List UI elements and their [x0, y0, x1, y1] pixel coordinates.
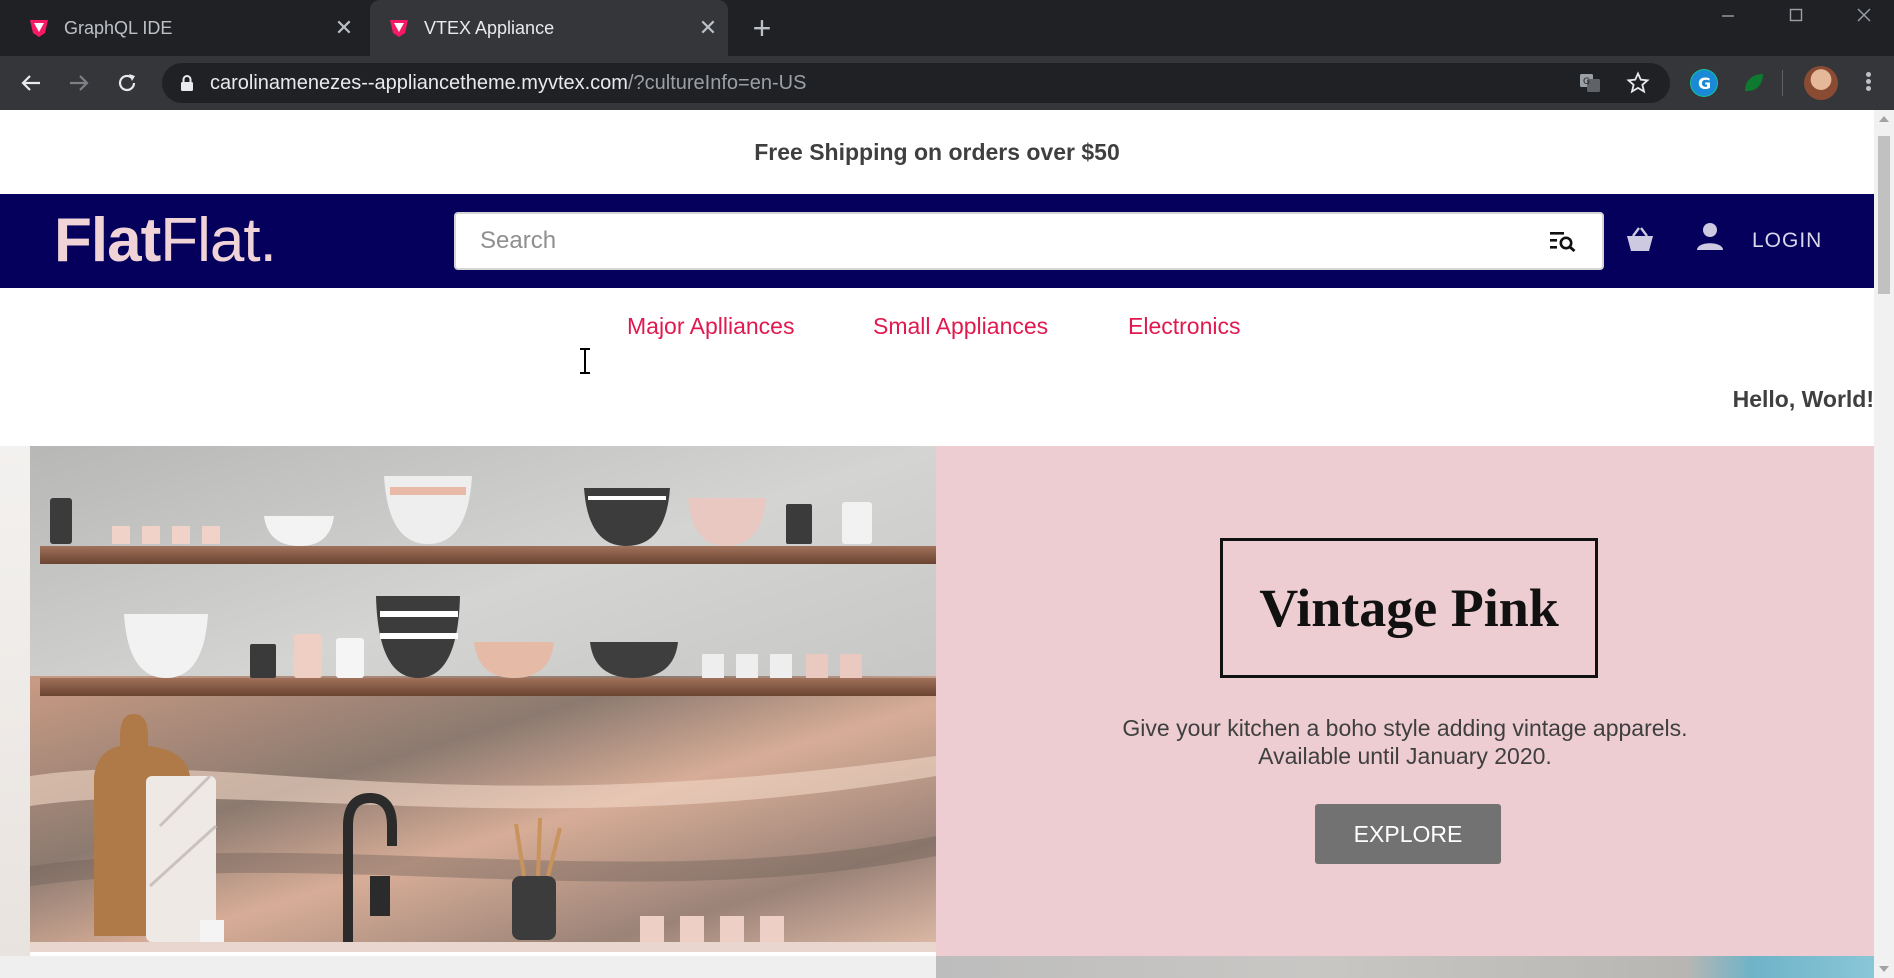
address-bar[interactable]: carolinamenezes--appliancetheme.myvtex.c…	[162, 63, 1670, 103]
kitchen-shelves-image	[30, 446, 936, 952]
grammarly-extension-icon[interactable]: G	[1690, 69, 1718, 97]
scrollbar-thumb[interactable]	[1878, 136, 1890, 294]
url-text: carolinamenezes--appliancetheme.myvtex.c…	[210, 72, 807, 94]
vtex-favicon-icon	[390, 20, 408, 37]
menu-item-major-appliances[interactable]: Major Aplliances	[627, 288, 794, 364]
bookmark-star-icon[interactable]	[1626, 71, 1650, 95]
shopping-basket-icon[interactable]	[1626, 226, 1654, 252]
forward-arrow-icon[interactable]	[62, 66, 96, 100]
search-box	[454, 212, 1604, 270]
explore-button[interactable]: EXPLORE	[1315, 804, 1501, 864]
window-minimize-icon[interactable]	[1700, 0, 1756, 30]
vtex-favicon-icon	[30, 20, 48, 37]
hero-edge	[0, 446, 30, 956]
menu-item-electronics[interactable]: Electronics	[1128, 288, 1240, 364]
login-link[interactable]: LOGIN	[1752, 194, 1822, 288]
hero-title-box: Vintage Pink	[1220, 538, 1598, 678]
toolbar-divider	[1782, 70, 1783, 96]
text-cursor-icon	[580, 348, 590, 374]
reload-icon[interactable]	[110, 66, 144, 100]
site-header: FlatFlat. LOGIN	[0, 194, 1874, 288]
user-icon[interactable]	[1696, 222, 1724, 252]
hero-title: Vintage Pink	[1259, 578, 1559, 638]
promo-bar: Free Shipping on orders over $50	[754, 139, 1120, 165]
site-logo[interactable]: FlatFlat.	[54, 204, 277, 278]
page-scrollbar[interactable]	[1874, 110, 1894, 978]
search-icon[interactable]	[1550, 230, 1576, 252]
scroll-down-icon[interactable]	[1879, 966, 1889, 972]
menu-item-small-appliances[interactable]: Small Appliances	[873, 288, 1048, 364]
tab-close-icon[interactable]: ✕	[324, 15, 364, 41]
tab-close-icon[interactable]: ✕	[688, 15, 728, 41]
search-input[interactable]	[456, 214, 1516, 268]
lock-icon	[181, 75, 193, 91]
next-banner-preview	[936, 956, 1874, 978]
browser-tabstrip: GraphQL IDE ✕ VTEX Appliance ✕ +	[0, 0, 1894, 56]
extension-leaf-icon[interactable]	[1740, 69, 1768, 97]
window-maximize-icon[interactable]	[1768, 0, 1824, 30]
new-tab-plus-icon[interactable]: +	[744, 10, 780, 46]
chrome-menu-icon[interactable]	[1858, 70, 1878, 96]
hero-promo-panel: Vintage Pink Give your kitchen a boho st…	[936, 446, 1874, 956]
category-menu: Major Aplliances Small Appliances Electr…	[0, 288, 1874, 364]
window-close-icon[interactable]	[1836, 0, 1892, 30]
tab-title: GraphQL IDE	[64, 17, 173, 38]
tab-graphql-ide[interactable]: GraphQL IDE ✕	[0, 0, 364, 56]
svg-text:G: G	[1698, 74, 1711, 93]
hello-text: Hello, World!	[1732, 386, 1874, 412]
tab-title: VTEX Appliance	[424, 17, 555, 38]
hero-banner: Vintage Pink Give your kitchen a boho st…	[0, 446, 1874, 978]
profile-avatar[interactable]	[1804, 66, 1838, 100]
browser-toolbar: carolinamenezes--appliancetheme.myvtex.c…	[0, 56, 1894, 110]
svg-text:G: G	[1583, 77, 1590, 87]
tab-vtex-appliance[interactable]: VTEX Appliance ✕	[370, 0, 728, 56]
web-page: Free Shipping on orders over $50 FlatFla…	[0, 110, 1874, 978]
scroll-up-icon[interactable]	[1879, 116, 1889, 122]
hero-description: Give your kitchen a boho style adding vi…	[1122, 715, 1688, 769]
next-section-strip	[0, 956, 936, 978]
back-arrow-icon[interactable]	[14, 66, 48, 100]
translate-icon[interactable]: G	[1578, 71, 1602, 95]
